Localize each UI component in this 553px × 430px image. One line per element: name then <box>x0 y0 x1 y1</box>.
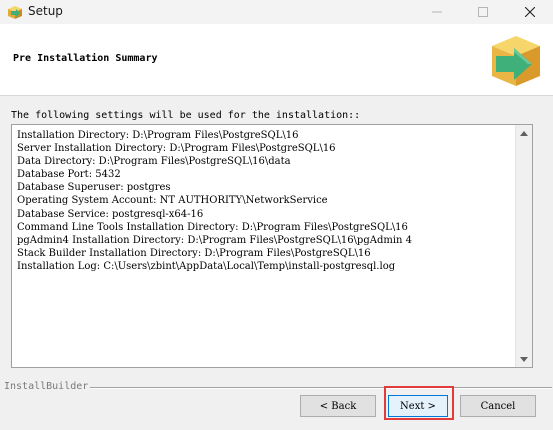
maximize-button[interactable] <box>460 0 506 24</box>
summary-textbox[interactable]: Installation Directory: D:\Program Files… <box>11 124 533 368</box>
summary-line: pgAdmin4 Installation Directory: D:\Prog… <box>17 234 413 246</box>
summary-line: Installation Directory: D:\Program Files… <box>17 130 299 141</box>
vertical-scrollbar[interactable] <box>515 125 532 367</box>
summary-line: Database Service: postgresql-x64-16 <box>17 208 204 220</box>
summary-line: Server Installation Directory: D:\Progra… <box>17 143 336 155</box>
summary-line: Database Superuser: postgres <box>17 182 171 194</box>
installer-arrow-box-icon <box>486 32 542 88</box>
back-button[interactable]: < Back <box>300 395 376 417</box>
chevron-down-icon <box>520 356 528 362</box>
summary-line: Operating System Account: NT AUTHORITY\N… <box>17 195 328 207</box>
summary-line: Command Line Tools Installation Director… <box>17 221 408 233</box>
close-button[interactable] <box>507 0 553 24</box>
title-bar: Setup <box>0 0 553 24</box>
intro-text: The following settings will be used for … <box>11 110 361 121</box>
next-button-highlight <box>384 386 454 420</box>
scroll-up-button[interactable] <box>516 125 532 141</box>
installer-box-icon <box>7 4 23 20</box>
close-icon <box>525 7 535 17</box>
window-title: Setup <box>28 4 63 18</box>
minimize-button[interactable] <box>414 0 460 24</box>
summary-line: Installation Log: C:\Users\zbint\AppData… <box>17 260 396 272</box>
footer-divider <box>90 387 552 389</box>
chevron-up-icon <box>520 130 528 136</box>
summary-lines: Installation Directory: D:\Program Files… <box>17 129 512 273</box>
scroll-down-button[interactable] <box>516 351 532 367</box>
summary-line: Database Port: 5432 <box>17 169 121 181</box>
summary-line: Stack Builder Installation Directory: D:… <box>17 247 371 259</box>
cancel-button[interactable]: Cancel <box>460 395 536 417</box>
summary-line: Data Directory: D:\Program Files\Postgre… <box>17 156 291 168</box>
brand-label: InstallBuilder <box>4 381 89 392</box>
wizard-header: Pre Installation Summary <box>0 24 553 96</box>
page-title: Pre Installation Summary <box>13 53 158 64</box>
